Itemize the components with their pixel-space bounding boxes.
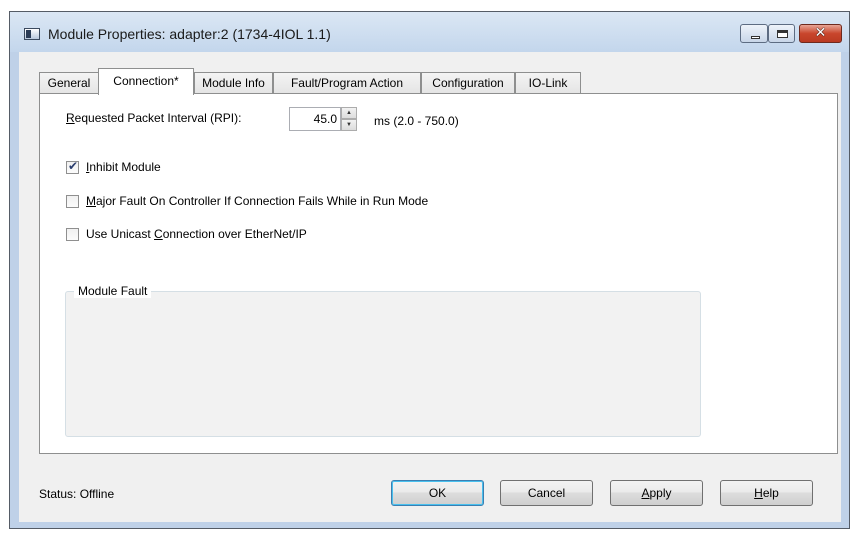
unicast-accelerator: C (154, 227, 163, 241)
tab-module-info[interactable]: Module Info (194, 72, 273, 94)
apply-label: pply (649, 486, 672, 500)
rpi-input[interactable]: 45.0 (289, 107, 341, 131)
module-fault-label: Module Fault (74, 284, 152, 298)
help-label: elp (762, 486, 779, 500)
unicast-checkbox[interactable] (66, 228, 79, 241)
tab-io-link[interactable]: IO-Link (515, 72, 581, 94)
cancel-button[interactable]: Cancel (500, 480, 593, 506)
status-text: Status: Offline (39, 487, 115, 501)
maximize-icon (777, 30, 788, 38)
major-fault-label: Major Fault On Controller If Connection … (86, 194, 428, 208)
tab-label: Configuration (432, 76, 504, 90)
unicast-label-prefix: Use Unicast (86, 227, 155, 241)
rpi-spinner: ▲ ▼ (341, 107, 357, 131)
tab-label: Fault/Program Action (290, 76, 404, 90)
tab-general[interactable]: General (39, 72, 99, 94)
maximize-button[interactable] (768, 24, 795, 43)
major-fault-label-text: ajor Fault On Controller If Connection F… (96, 194, 429, 208)
tab-label: Connection* (113, 74, 179, 88)
tab-label: Module Info (202, 76, 265, 90)
inhibit-module-label: Inhibit Module (86, 160, 161, 174)
module-fault-group (65, 291, 701, 437)
spin-up-icon[interactable]: ▲ (341, 107, 357, 119)
rpi-label: Requested Packet Interval (RPI): (66, 111, 241, 125)
apply-button[interactable]: Apply (610, 480, 703, 506)
tab-label: General (47, 76, 91, 90)
inhibit-module-checkbox[interactable] (66, 159, 79, 174)
help-accelerator: H (754, 486, 763, 500)
app-window-icon (24, 28, 40, 40)
major-fault-accelerator: M (86, 194, 96, 208)
ok-button[interactable]: OK (391, 480, 484, 506)
rpi-label-text: equested Packet Interval (RPI): (74, 111, 242, 125)
minimize-icon (751, 36, 760, 39)
close-icon: ✕ (814, 24, 827, 40)
minimize-button[interactable] (740, 24, 768, 43)
major-fault-checkbox[interactable] (66, 195, 79, 208)
tab-label: IO-Link (528, 76, 568, 90)
inhibit-label-text: nhibit Module (89, 160, 161, 174)
dialog-client-area: General Connection* Module Info Fault/Pr… (19, 52, 841, 522)
tab-connection[interactable]: Connection* (98, 68, 194, 95)
title-bar[interactable]: Module Properties: adapter:2 (1734-4IOL … (10, 12, 849, 52)
rpi-label-accelerator: R (66, 111, 75, 125)
rpi-range-text: ms (2.0 - 750.0) (374, 114, 459, 128)
tab-fault-program-action[interactable]: Fault/Program Action (273, 72, 421, 94)
help-button[interactable]: Help (720, 480, 813, 506)
tab-configuration[interactable]: Configuration (421, 72, 515, 94)
window-title: Module Properties: adapter:2 (1734-4IOL … (48, 26, 331, 42)
unicast-label: Use Unicast Connection over EtherNet/IP (86, 227, 307, 241)
apply-accelerator: A (641, 486, 650, 500)
close-button[interactable]: ✕ (799, 24, 842, 43)
module-properties-window: Module Properties: adapter:2 (1734-4IOL … (9, 11, 850, 529)
spin-down-icon[interactable]: ▼ (341, 119, 357, 131)
connection-tab-panel: Requested Packet Interval (RPI): 45.0 ▲ … (39, 93, 838, 454)
unicast-label-text: onnection over EtherNet/IP (162, 227, 307, 241)
